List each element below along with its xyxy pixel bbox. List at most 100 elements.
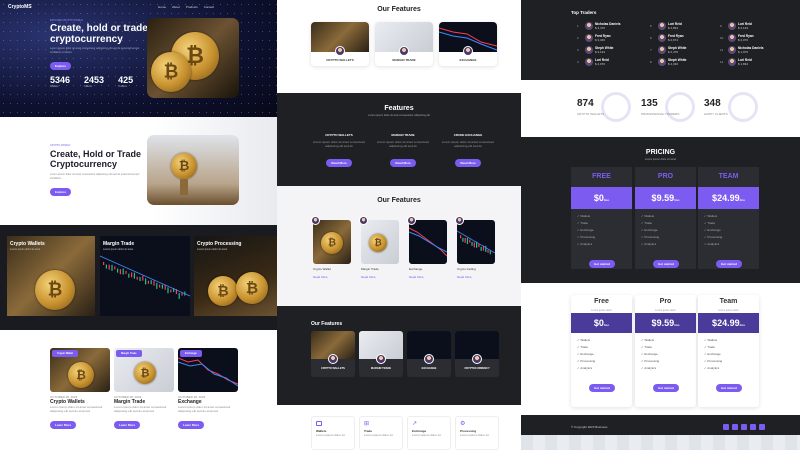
trader-item[interactable]: 8 Steph White $ 2,346 <box>650 58 686 66</box>
hero2-explore-button[interactable]: Explore <box>50 188 72 196</box>
avatar <box>658 46 666 54</box>
trader-rank: 7 <box>650 48 652 52</box>
candle <box>167 287 169 294</box>
blog-learn-more-button[interactable]: Learn More <box>50 421 77 429</box>
plan-feature: ✓ Analytics <box>577 242 593 246</box>
get-started-button[interactable]: Get started <box>653 384 679 392</box>
brand-logo[interactable]: CryptoMS <box>8 4 32 10</box>
features3-title: Our Features <box>377 197 421 204</box>
plan-name: PRO <box>657 173 674 180</box>
hero-title-line2: cryptocurrency <box>50 34 123 45</box>
trader-item[interactable]: 12 Lori Reid $ 1,834 <box>720 58 752 66</box>
feature-image <box>409 220 447 264</box>
feature5-card[interactable]: ↗ Exchange Lorem ipsum dolor sit <box>407 416 451 450</box>
trader-item[interactable]: 10 Fred Ryan $ 2,076 <box>720 34 754 42</box>
nav-about[interactable]: About <box>172 5 180 9</box>
tile[interactable]: Crypto Processing Lorem ipsum dolor sit … <box>194 236 277 316</box>
pricing-sub: Lorem ipsum dolor sit amet <box>644 158 677 161</box>
read-more-button[interactable]: Read More <box>326 159 352 167</box>
nav-contact[interactable]: Contact <box>204 5 214 9</box>
trader-item[interactable]: 11 Nicholas Daniels $ 1,976 <box>720 46 764 54</box>
trader-item[interactable]: 7 Steph White $ 2,476 <box>650 46 686 54</box>
feature5-card[interactable]: Wallets Lorem ipsum dolor sit <box>311 416 355 450</box>
feature-desc: Lorem ipsum dolor sit amet consectetur a… <box>441 140 495 148</box>
plan-feature: ✓ Exchange <box>704 228 721 232</box>
candle <box>111 264 113 271</box>
linkedin-icon[interactable] <box>741 424 747 430</box>
trader-item[interactable]: 5 Lori Reid $ 2,834 <box>650 22 682 30</box>
read-more-button[interactable]: Read More <box>455 159 481 167</box>
feature5-card[interactable]: ⊞ Trade Lorem ipsum dolor sit <box>359 416 403 450</box>
get-started-button[interactable]: Get started <box>716 260 742 268</box>
blog-learn-more-button[interactable]: Learn More <box>178 421 205 429</box>
avatar <box>585 58 593 66</box>
price-value: 9.59 <box>656 193 675 203</box>
top-nav: Home About Products Contact <box>158 5 214 9</box>
feature-card[interactable]: MARGIN TRADE <box>375 22 433 66</box>
get-started-button[interactable]: Get started <box>589 260 615 268</box>
get-started-button[interactable]: Get started <box>653 260 679 268</box>
feature3-card[interactable]: Exchange Read More <box>407 216 447 279</box>
get-started-button[interactable]: Get started <box>589 384 615 392</box>
candle <box>471 241 473 246</box>
trader-item[interactable]: 6 Fred Ryan $ 2,674 <box>650 34 684 42</box>
read-more-link[interactable]: Read More <box>313 275 351 279</box>
coin-stand <box>180 179 188 195</box>
candle <box>469 239 471 243</box>
plan-price: $24.99/mo <box>698 187 759 209</box>
avatar <box>658 34 666 42</box>
read-more-link[interactable]: Read More <box>361 275 399 279</box>
trader-item[interactable]: 9 Lori Reid $ 2,134 <box>720 22 752 30</box>
feature4-card[interactable]: CRYPTO WALLETS <box>311 331 355 377</box>
nav-products[interactable]: Products <box>186 5 198 9</box>
avatar <box>728 34 736 42</box>
read-more-link[interactable]: Read More <box>457 275 495 279</box>
globe-icon <box>728 92 758 122</box>
read-more-button[interactable]: Read More <box>390 159 416 167</box>
feature4-card[interactable]: EXCHANGE <box>407 331 451 377</box>
trader-rank: 11 <box>720 48 724 52</box>
trader-item[interactable]: 1 Nicholas Daniels $ 3,476 <box>577 22 621 30</box>
feature4-card[interactable]: MARGIN TRADE <box>359 331 403 377</box>
feature5-card[interactable]: ⚙ Processing Lorem ipsum dolor sit <box>455 416 499 450</box>
trader-item[interactable]: 4 Lori Reid $ 2,976 <box>577 58 609 66</box>
feature4-card[interactable]: CRYPTOCURRENCY <box>455 331 499 377</box>
twitter-icon[interactable] <box>723 424 729 430</box>
plan-name: Team <box>719 298 738 305</box>
plan-features: ✓ Wallets ✓ Trade ✓ Exchange ✓ Processin… <box>571 333 632 376</box>
tile-title: Crypto Wallets <box>10 241 45 247</box>
stat-label: Clients <box>84 85 92 88</box>
nav-home[interactable]: Home <box>158 5 166 9</box>
features3-section: Our Features Crypto Wallet Read More Mar… <box>277 186 521 306</box>
read-more-link[interactable]: Read More <box>409 275 447 279</box>
instagram-icon[interactable] <box>750 424 756 430</box>
tile[interactable]: Crypto Wallets Lorem ipsum dolor sit ame… <box>7 236 95 316</box>
plan-feature: ✓ Processing <box>577 359 596 363</box>
trader-value: $ 1,834 <box>738 62 749 66</box>
stat-value: 874 <box>577 98 594 109</box>
feature3-card[interactable]: Crypto Wallet Read More <box>311 216 351 279</box>
plan-head: Free Lorem ipsum dolor <box>571 295 632 313</box>
trader-item[interactable]: 2 Fred Ryan $ 3,346 <box>577 34 611 42</box>
feature-title: EXCHANGE <box>459 58 477 62</box>
get-started-button[interactable]: Get started <box>716 384 742 392</box>
features5-section: Wallets Lorem ipsum dolor sit ⊞ Trade Lo… <box>277 405 521 450</box>
plan-feature: ✓ Processing <box>641 235 660 239</box>
feature3-card[interactable]: Margin Trade Read More <box>359 216 399 279</box>
stat-value: 135 <box>641 98 658 109</box>
feature-card[interactable]: EXCHANGE <box>439 22 497 66</box>
feature3-card[interactable]: Crypto trading Read More <box>455 216 495 279</box>
feature-card[interactable]: CRYPTO WALLETS <box>311 22 369 66</box>
features4-title: Our Features <box>311 321 343 327</box>
blog-learn-more-button[interactable]: Learn More <box>114 421 141 429</box>
feature-item: MARGIN TRADE Lorem ipsum dolor sit amet … <box>375 133 431 169</box>
facebook-icon[interactable] <box>732 424 738 430</box>
feature-title: Crypto Wallet <box>313 267 331 271</box>
hero2-kicker: CRYPTO WORLD <box>50 144 71 147</box>
hero-explore-button[interactable]: Explore <box>50 62 72 70</box>
mail-icon[interactable] <box>759 424 765 430</box>
candle <box>105 264 107 269</box>
trader-item[interactable]: 3 Steph White $ 3,134 <box>577 46 613 54</box>
trader-value: $ 2,976 <box>595 62 606 66</box>
tile[interactable]: Margin Trade Lorem ipsum dolor sit amet <box>100 236 190 316</box>
